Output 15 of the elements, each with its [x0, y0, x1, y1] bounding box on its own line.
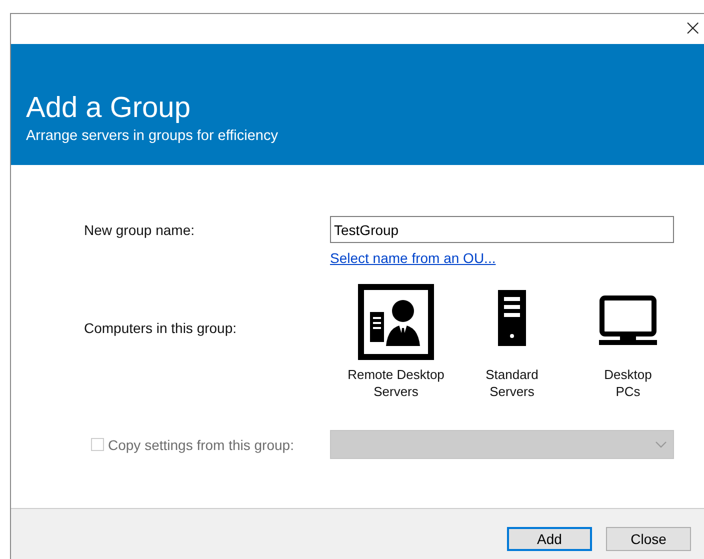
- field-label: New group name:: [84, 222, 196, 240]
- select-ou-link[interactable]: Select name from an OU...: [330, 250, 674, 266]
- group-name-field[interactable]: TestGroup: [330, 216, 674, 243]
- group-type-tile[interactable]: [358, 284, 434, 360]
- dialog-title: Add a Group: [26, 92, 192, 124]
- field-label: Computers in this group:: [84, 320, 238, 338]
- option-label: Remote Desktop Servers: [348, 366, 444, 400]
- add-button[interactable]: Add: [507, 527, 592, 551]
- checkbox-label: Copy settings from this group:: [108, 436, 294, 452]
- option-label: Standard Servers: [486, 366, 538, 400]
- chevron-down-icon: [655, 440, 667, 448]
- dialog-subtitle: Arrange servers in groups for efficiency: [26, 128, 279, 144]
- close-button[interactable]: Close: [606, 527, 691, 551]
- option-label: Desktop PCs: [604, 366, 652, 400]
- close-button[interactable]: ×: [680, 18, 704, 40]
